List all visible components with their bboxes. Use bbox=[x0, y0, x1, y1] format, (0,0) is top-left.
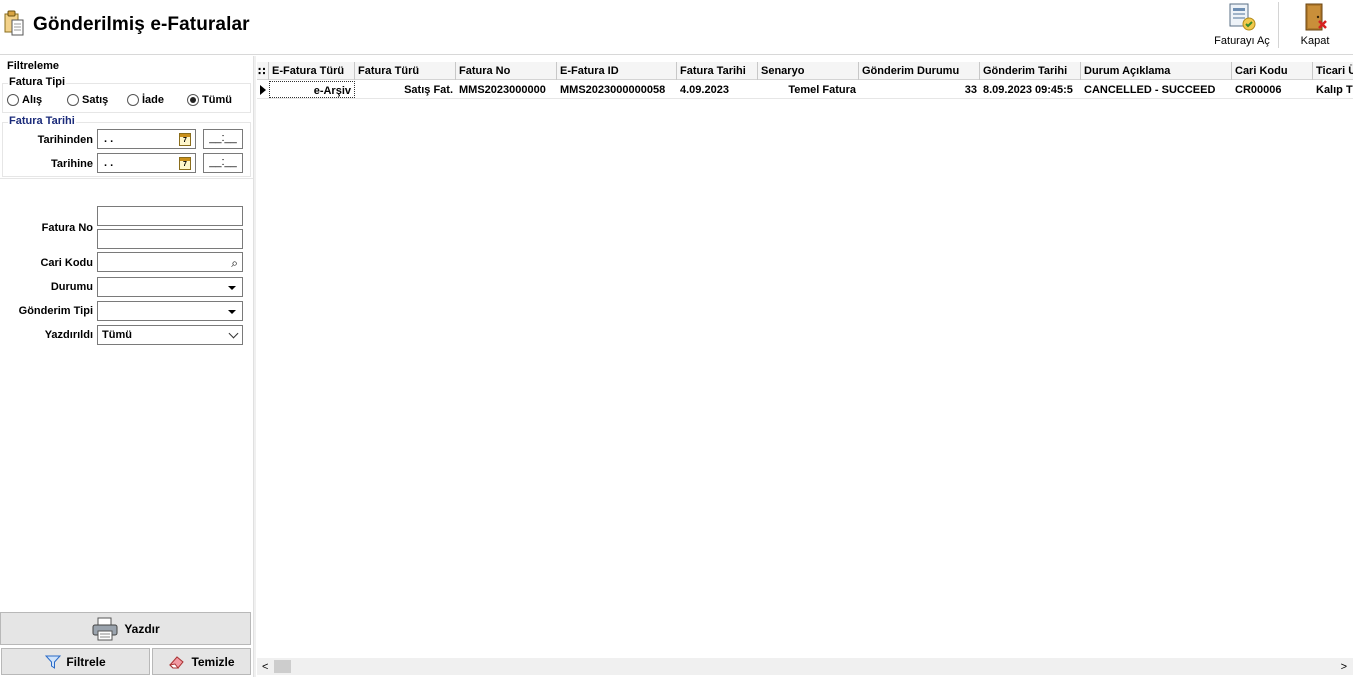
open-invoice-icon bbox=[1229, 3, 1256, 31]
document-clipboard-icon bbox=[4, 10, 24, 36]
chevron-down-icon bbox=[228, 328, 239, 339]
invoice-type-label: Fatura Tipi bbox=[8, 76, 67, 88]
calendar-icon[interactable]: 7 bbox=[179, 157, 191, 170]
column-header[interactable]: Gönderim Tarihi bbox=[980, 62, 1081, 80]
date-to-input[interactable]: . . 7 bbox=[97, 153, 196, 173]
scroll-right-icon[interactable]: > bbox=[1341, 661, 1347, 673]
open-invoice-label: Faturayı Aç bbox=[1214, 35, 1270, 47]
section-divider bbox=[0, 178, 253, 179]
grid-header: ∷ E-Fatura Türü Fatura Türü Fatura No E-… bbox=[257, 62, 1353, 80]
printer-icon bbox=[92, 617, 118, 640]
table-cell[interactable]: 8.09.2023 09:45:5 bbox=[980, 81, 1081, 98]
column-header[interactable]: Senaryo bbox=[758, 62, 859, 80]
radio-circle bbox=[7, 94, 19, 106]
radio-circle bbox=[67, 94, 79, 106]
dropdown-arrow-icon bbox=[228, 310, 236, 314]
column-header[interactable]: Fatura Türü bbox=[355, 62, 456, 80]
account-code-label: Cari Kodu bbox=[40, 257, 93, 269]
radio-alis-label: Alış bbox=[22, 94, 43, 106]
clear-button[interactable]: Temizle bbox=[152, 648, 251, 675]
date-to-value: . . bbox=[104, 157, 114, 169]
filter-panel: Filtreleme Fatura Tipi Alış Satış İade T… bbox=[0, 56, 253, 677]
table-cell[interactable]: Temel Fatura bbox=[758, 81, 859, 98]
printed-label: Yazdırıldı bbox=[44, 329, 93, 341]
radio-iade-label: İade bbox=[142, 94, 165, 106]
close-label: Kapat bbox=[1300, 35, 1330, 47]
table-row[interactable]: e-Arşiv Satış Fat. MMS2023000000 MMS2023… bbox=[257, 81, 1353, 99]
status-dropdown[interactable] bbox=[97, 277, 243, 297]
close-button[interactable]: Kapat bbox=[1290, 0, 1340, 50]
table-cell[interactable]: Satış Fat. bbox=[355, 81, 456, 98]
send-type-label: Gönderim Tipi bbox=[18, 305, 93, 317]
row-indicator-icon bbox=[260, 85, 266, 95]
invoice-no-to-input[interactable] bbox=[97, 229, 243, 249]
radio-circle bbox=[127, 94, 139, 106]
scrollbar-thumb[interactable] bbox=[274, 660, 291, 673]
table-cell[interactable]: CANCELLED - SUCCEED bbox=[1081, 81, 1232, 98]
invoice-no-label: Fatura No bbox=[41, 222, 93, 234]
time-to-input[interactable]: __:__ bbox=[203, 153, 243, 173]
eraser-icon bbox=[169, 655, 185, 668]
horizontal-scrollbar[interactable]: < > bbox=[257, 658, 1353, 675]
column-header[interactable]: Durum Açıklama bbox=[1081, 62, 1232, 80]
account-code-input[interactable]: ⌕ bbox=[97, 252, 243, 272]
date-from-label: Tarihinden bbox=[37, 134, 93, 146]
time-from-input[interactable]: __:__ bbox=[203, 129, 243, 149]
lookup-icon[interactable]: ⌕ bbox=[231, 256, 238, 271]
table-cell[interactable]: 33 bbox=[859, 81, 980, 98]
radio-tumu-label: Tümü bbox=[202, 94, 232, 106]
radio-tumu[interactable]: Tümü bbox=[187, 93, 232, 107]
radio-satis[interactable]: Satış bbox=[67, 93, 108, 107]
radio-alis[interactable]: Alış bbox=[7, 93, 42, 107]
column-header[interactable]: E-Fatura Türü bbox=[269, 62, 355, 80]
funnel-icon bbox=[45, 655, 62, 669]
header: Gönderilmiş e-Faturalar Faturayı Aç Kapa… bbox=[0, 0, 1353, 54]
radio-satis-label: Satış bbox=[82, 94, 109, 106]
radio-iade[interactable]: İade bbox=[127, 93, 164, 107]
print-label: Yazdır bbox=[124, 621, 160, 636]
radio-circle-selected bbox=[187, 94, 199, 106]
invoice-no-from-input[interactable] bbox=[97, 206, 243, 226]
grid-corner[interactable]: ∷ bbox=[257, 62, 269, 80]
date-to-label: Tarihine bbox=[51, 158, 93, 170]
panel-splitter[interactable] bbox=[253, 56, 256, 677]
table-cell[interactable]: 4.09.2023 bbox=[677, 81, 758, 98]
printed-dropdown[interactable]: Tümü bbox=[97, 325, 243, 345]
page-title: Gönderilmiş e-Faturalar bbox=[33, 14, 250, 35]
close-door-icon bbox=[1305, 3, 1327, 31]
window: Gönderilmiş e-Faturalar Faturayı Aç Kapa… bbox=[0, 0, 1353, 677]
date-from-input[interactable]: . . 7 bbox=[97, 129, 196, 149]
send-type-dropdown[interactable] bbox=[97, 301, 243, 321]
column-header[interactable]: Gönderim Durumu bbox=[859, 62, 980, 80]
printed-value: Tümü bbox=[102, 329, 132, 341]
table-cell[interactable]: MMS2023000000058 bbox=[557, 81, 677, 98]
print-button[interactable]: Yazdır bbox=[0, 612, 251, 645]
calendar-icon[interactable]: 7 bbox=[179, 133, 191, 146]
column-header[interactable]: Fatura No bbox=[456, 62, 557, 80]
filter-label: Filtrele bbox=[66, 654, 106, 669]
column-header[interactable]: Cari Kodu bbox=[1232, 62, 1313, 80]
scroll-left-icon[interactable]: < bbox=[262, 661, 268, 673]
filter-button[interactable]: Filtrele bbox=[1, 648, 150, 675]
invoice-date-label: Fatura Tarihi bbox=[8, 115, 76, 127]
status-label: Durumu bbox=[50, 281, 93, 293]
open-invoice-button[interactable]: Faturayı Aç bbox=[1210, 0, 1274, 50]
filter-title: Filtreleme bbox=[7, 60, 59, 72]
header-divider bbox=[0, 54, 1353, 55]
clear-label: Temizle bbox=[191, 654, 235, 669]
dropdown-arrow-icon bbox=[228, 286, 236, 290]
toolbar-separator bbox=[1278, 2, 1279, 48]
column-header[interactable]: E-Fatura ID bbox=[557, 62, 677, 80]
column-header[interactable]: Ticari Ü bbox=[1313, 62, 1353, 80]
table-cell[interactable]: MMS2023000000 bbox=[456, 81, 557, 98]
table-cell[interactable]: e-Arşiv bbox=[269, 81, 355, 98]
date-from-value: . . bbox=[104, 133, 114, 145]
invoice-grid: ∷ E-Fatura Türü Fatura Türü Fatura No E-… bbox=[257, 62, 1353, 658]
table-cell[interactable]: CR00006 bbox=[1232, 81, 1313, 98]
table-cell[interactable]: Kalıp T bbox=[1313, 81, 1353, 98]
column-header[interactable]: Fatura Tarihi bbox=[677, 62, 758, 80]
